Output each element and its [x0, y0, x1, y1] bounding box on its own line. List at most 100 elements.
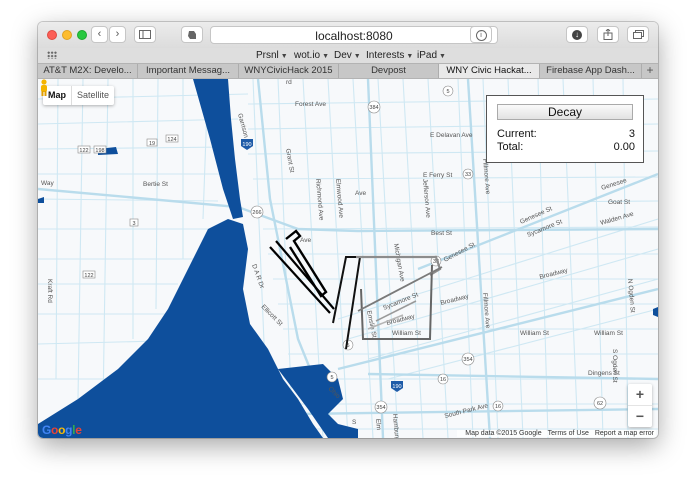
- tab-wny-civic-hackathon[interactable]: WNY Civic Hackat...: [439, 64, 540, 78]
- url-text: localhost:8080: [315, 29, 393, 43]
- bookmark-label: Dev: [334, 50, 352, 61]
- map-label: Ave: [355, 190, 366, 197]
- bookmark-label: wot.io: [294, 50, 321, 61]
- top-sites-grid-icon[interactable]: [47, 51, 57, 59]
- bookmark-label: Prsnl: [256, 50, 279, 61]
- route-shield: 16: [440, 377, 446, 383]
- sidebar-icon: [139, 30, 151, 39]
- zoom-window-button[interactable]: [77, 30, 87, 40]
- tab-firebase[interactable]: Firebase App Dash...: [540, 64, 642, 78]
- route-overlay-dark: [332, 256, 362, 350]
- map-label: Richmond Ave: [314, 179, 325, 222]
- map-type-satellite-button[interactable]: Satellite: [71, 86, 114, 105]
- bookmark-label: iPad: [417, 50, 438, 61]
- route-shield: 190: [242, 142, 251, 148]
- browser-toolbar: ‹ › localhost:8080 ↻ i ↓: [38, 22, 658, 48]
- share-button[interactable]: [597, 26, 619, 43]
- terms-of-use-link[interactable]: Terms of Use: [548, 430, 589, 437]
- map-label: Genesee St: [443, 241, 477, 263]
- evernote-icon: [188, 31, 196, 39]
- total-value: 0.00: [613, 141, 635, 153]
- back-button[interactable]: ‹: [91, 26, 108, 43]
- map-label: Jefferson Ave: [421, 179, 431, 219]
- sidebar-button[interactable]: [134, 26, 156, 43]
- route-shield: 354: [463, 357, 472, 363]
- forward-button[interactable]: ›: [109, 26, 126, 43]
- chevron-down-icon: ▼: [406, 53, 414, 60]
- google-map[interactable]: Forest Ave E Delavan Ave E Ferry St Best…: [38, 79, 658, 438]
- map-label: Michigan Ave: [392, 243, 406, 283]
- total-row: Total: 0.00: [497, 141, 635, 153]
- info-button[interactable]: i: [470, 26, 492, 43]
- map-label: Elm: [374, 419, 382, 431]
- decay-button[interactable]: Decay: [497, 104, 633, 120]
- map-label: William St: [392, 330, 421, 337]
- bookmark-interests[interactable]: Interests ▼: [366, 50, 413, 61]
- map-label: D A R Dr: [250, 263, 266, 290]
- route-shield: 5: [330, 375, 333, 381]
- map-label: S Ogden St: [611, 349, 618, 383]
- route-shield: 5: [446, 89, 449, 95]
- chevron-down-icon: ▼: [280, 53, 288, 60]
- map-label: Ave: [300, 237, 311, 244]
- total-label: Total:: [497, 141, 524, 153]
- current-value: 3: [628, 128, 635, 140]
- map-type-control: Map Satellite: [43, 86, 115, 105]
- map-label: Kraft Rd: [46, 279, 53, 303]
- tab-important-message[interactable]: Important Messag...: [138, 64, 239, 78]
- map-label: William St: [520, 330, 549, 337]
- share-icon: [603, 28, 613, 40]
- close-window-button[interactable]: [47, 30, 57, 40]
- route-shield: 190: [392, 384, 401, 390]
- tabs-overview-icon: [632, 30, 644, 39]
- bookmark-prsnl[interactable]: Prsnl ▼: [256, 50, 288, 61]
- tab-devpost[interactable]: Devpost: [339, 64, 439, 78]
- tab-att-m2x[interactable]: AT&T M2X: Develo...: [38, 64, 138, 78]
- route-shield: 266: [252, 210, 261, 216]
- route-shield: 384: [369, 105, 378, 111]
- pegman-icon[interactable]: [38, 79, 50, 97]
- map-label: Walden Ave: [600, 211, 635, 227]
- chevron-left-icon: ‹: [97, 28, 102, 40]
- address-bar[interactable]: localhost:8080 ↻: [210, 26, 498, 44]
- bookmark-dev[interactable]: Dev ▼: [334, 50, 361, 61]
- route-shield: 3: [132, 221, 135, 227]
- map-attribution: Map data ©2015 Google Terms of Use Report …: [457, 430, 656, 437]
- tab-wnycivichack[interactable]: WNYCivicHack 2015: [239, 64, 339, 78]
- map-label: Grant St: [284, 148, 295, 173]
- map-label: Hamburg: [391, 414, 400, 438]
- map-label: Way: [41, 180, 55, 187]
- zoom-out-button[interactable]: −: [628, 406, 652, 427]
- map-label: S: [352, 419, 357, 426]
- bookmark-ipad[interactable]: iPad ▼: [417, 50, 446, 61]
- route-shield: 62: [597, 401, 603, 407]
- current-row: Current: 3: [497, 128, 635, 140]
- map-label: Genesee: [600, 177, 628, 192]
- route-shield: 354: [376, 405, 385, 411]
- map-label: Bertie St: [143, 181, 168, 188]
- chevron-down-icon: ▼: [439, 53, 446, 60]
- chevron-right-icon: ›: [115, 28, 120, 40]
- map-label: Best St: [431, 230, 452, 237]
- tab-bar: AT&T M2X: Develo... Important Messag... …: [38, 63, 658, 79]
- chevron-down-icon: ▼: [322, 53, 330, 60]
- map-label: Goat St: [608, 199, 630, 206]
- route-shield: 19: [149, 141, 155, 147]
- route-shield: 16: [495, 404, 501, 410]
- zoom-in-button[interactable]: +: [628, 384, 652, 406]
- browser-window: ‹ › localhost:8080 ↻ i ↓ Prsnl▼ wot.io▼: [38, 22, 658, 438]
- downloads-button[interactable]: ↓: [566, 26, 588, 43]
- map-label: rd: [286, 79, 292, 86]
- map-label: E Delavan Ave: [430, 132, 473, 139]
- report-map-error-link[interactable]: Report a map error: [595, 430, 654, 437]
- download-icon: ↓: [572, 30, 582, 40]
- extension-button[interactable]: [181, 26, 203, 43]
- bookmark-wotio[interactable]: wot.io ▼: [294, 50, 329, 61]
- minimize-window-button[interactable]: [62, 30, 72, 40]
- google-logo[interactable]: Google: [42, 423, 82, 437]
- tabs-overview-button[interactable]: [627, 26, 649, 43]
- map-label: Forest Ave: [295, 101, 326, 108]
- new-tab-button[interactable]: +: [642, 64, 658, 78]
- map-label: William St: [594, 330, 623, 337]
- route-shield: 122: [79, 148, 88, 154]
